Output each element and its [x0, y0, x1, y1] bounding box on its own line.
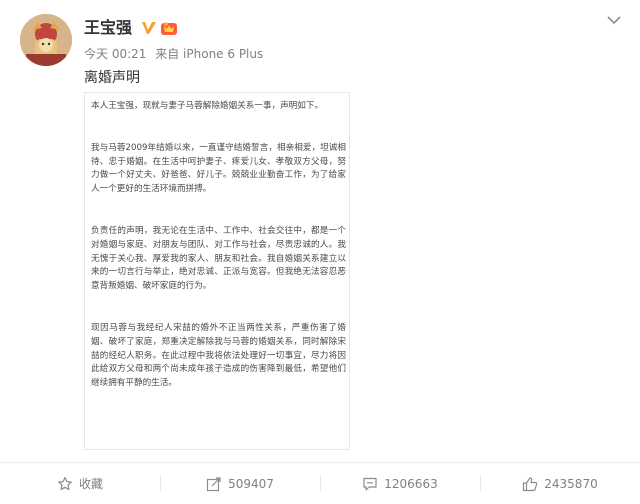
- star-icon: [58, 476, 72, 490]
- comment-button[interactable]: 1206663: [320, 463, 480, 504]
- post-timestamp[interactable]: 今天 00:21: [84, 47, 146, 61]
- statement-image[interactable]: 本人王宝强，现就与妻子马蓉解除婚姻关系一事，声明如下。 我与马蓉2009年结婚以…: [84, 92, 350, 450]
- share-icon: [206, 476, 221, 491]
- statement-paragraph: 负责任的声明，我无论在生活中、工作中、社会交往中，都是一个对婚姻与家庭、对朋友与…: [91, 225, 346, 292]
- weibo-post-card: 王宝强 今天 00:21 来自 iPhone 6 Plus 离婚声明 本人王宝强…: [0, 0, 640, 504]
- verified-v-icon: [142, 22, 156, 34]
- statement-paragraph: 我与马蓉2009年结婚以来，一直谨守结婚誓言，相亲相爱，坦诚相待、忠于婚姻。在生…: [91, 142, 346, 195]
- repost-button[interactable]: 509407: [160, 463, 320, 504]
- chevron-down-icon[interactable]: [606, 14, 622, 26]
- post-text: 离婚声明: [84, 70, 140, 86]
- favorite-label: 收藏: [78, 477, 103, 491]
- like-button[interactable]: 2435870: [480, 463, 640, 504]
- comment-icon: [363, 477, 377, 491]
- action-bar: 收藏 509407 1206663 2435870: [0, 462, 640, 504]
- post-meta: 今天 00:21 来自 iPhone 6 Plus: [84, 46, 263, 62]
- post-source: 来自 iPhone 6 Plus: [155, 47, 264, 61]
- thumbs-up-icon: [523, 476, 538, 491]
- author-name[interactable]: 王宝强: [84, 18, 132, 38]
- statement-paragraph: 本人王宝强，现就与妻子马蓉解除婚姻关系一事，声明如下。: [91, 101, 324, 111]
- like-count: 2435870: [544, 476, 598, 491]
- favorite-button[interactable]: 收藏: [0, 463, 160, 504]
- avatar[interactable]: [20, 14, 72, 66]
- statement-paragraph: 现因马蓉与我经纪人宋喆的婚外不正当两性关系，严重伤害了婚姻、破坏了家庭，郑重决定…: [91, 322, 346, 389]
- repost-count: 509407: [228, 476, 274, 491]
- comment-count: 1206663: [384, 476, 438, 491]
- member-crown-icon[interactable]: [160, 19, 178, 37]
